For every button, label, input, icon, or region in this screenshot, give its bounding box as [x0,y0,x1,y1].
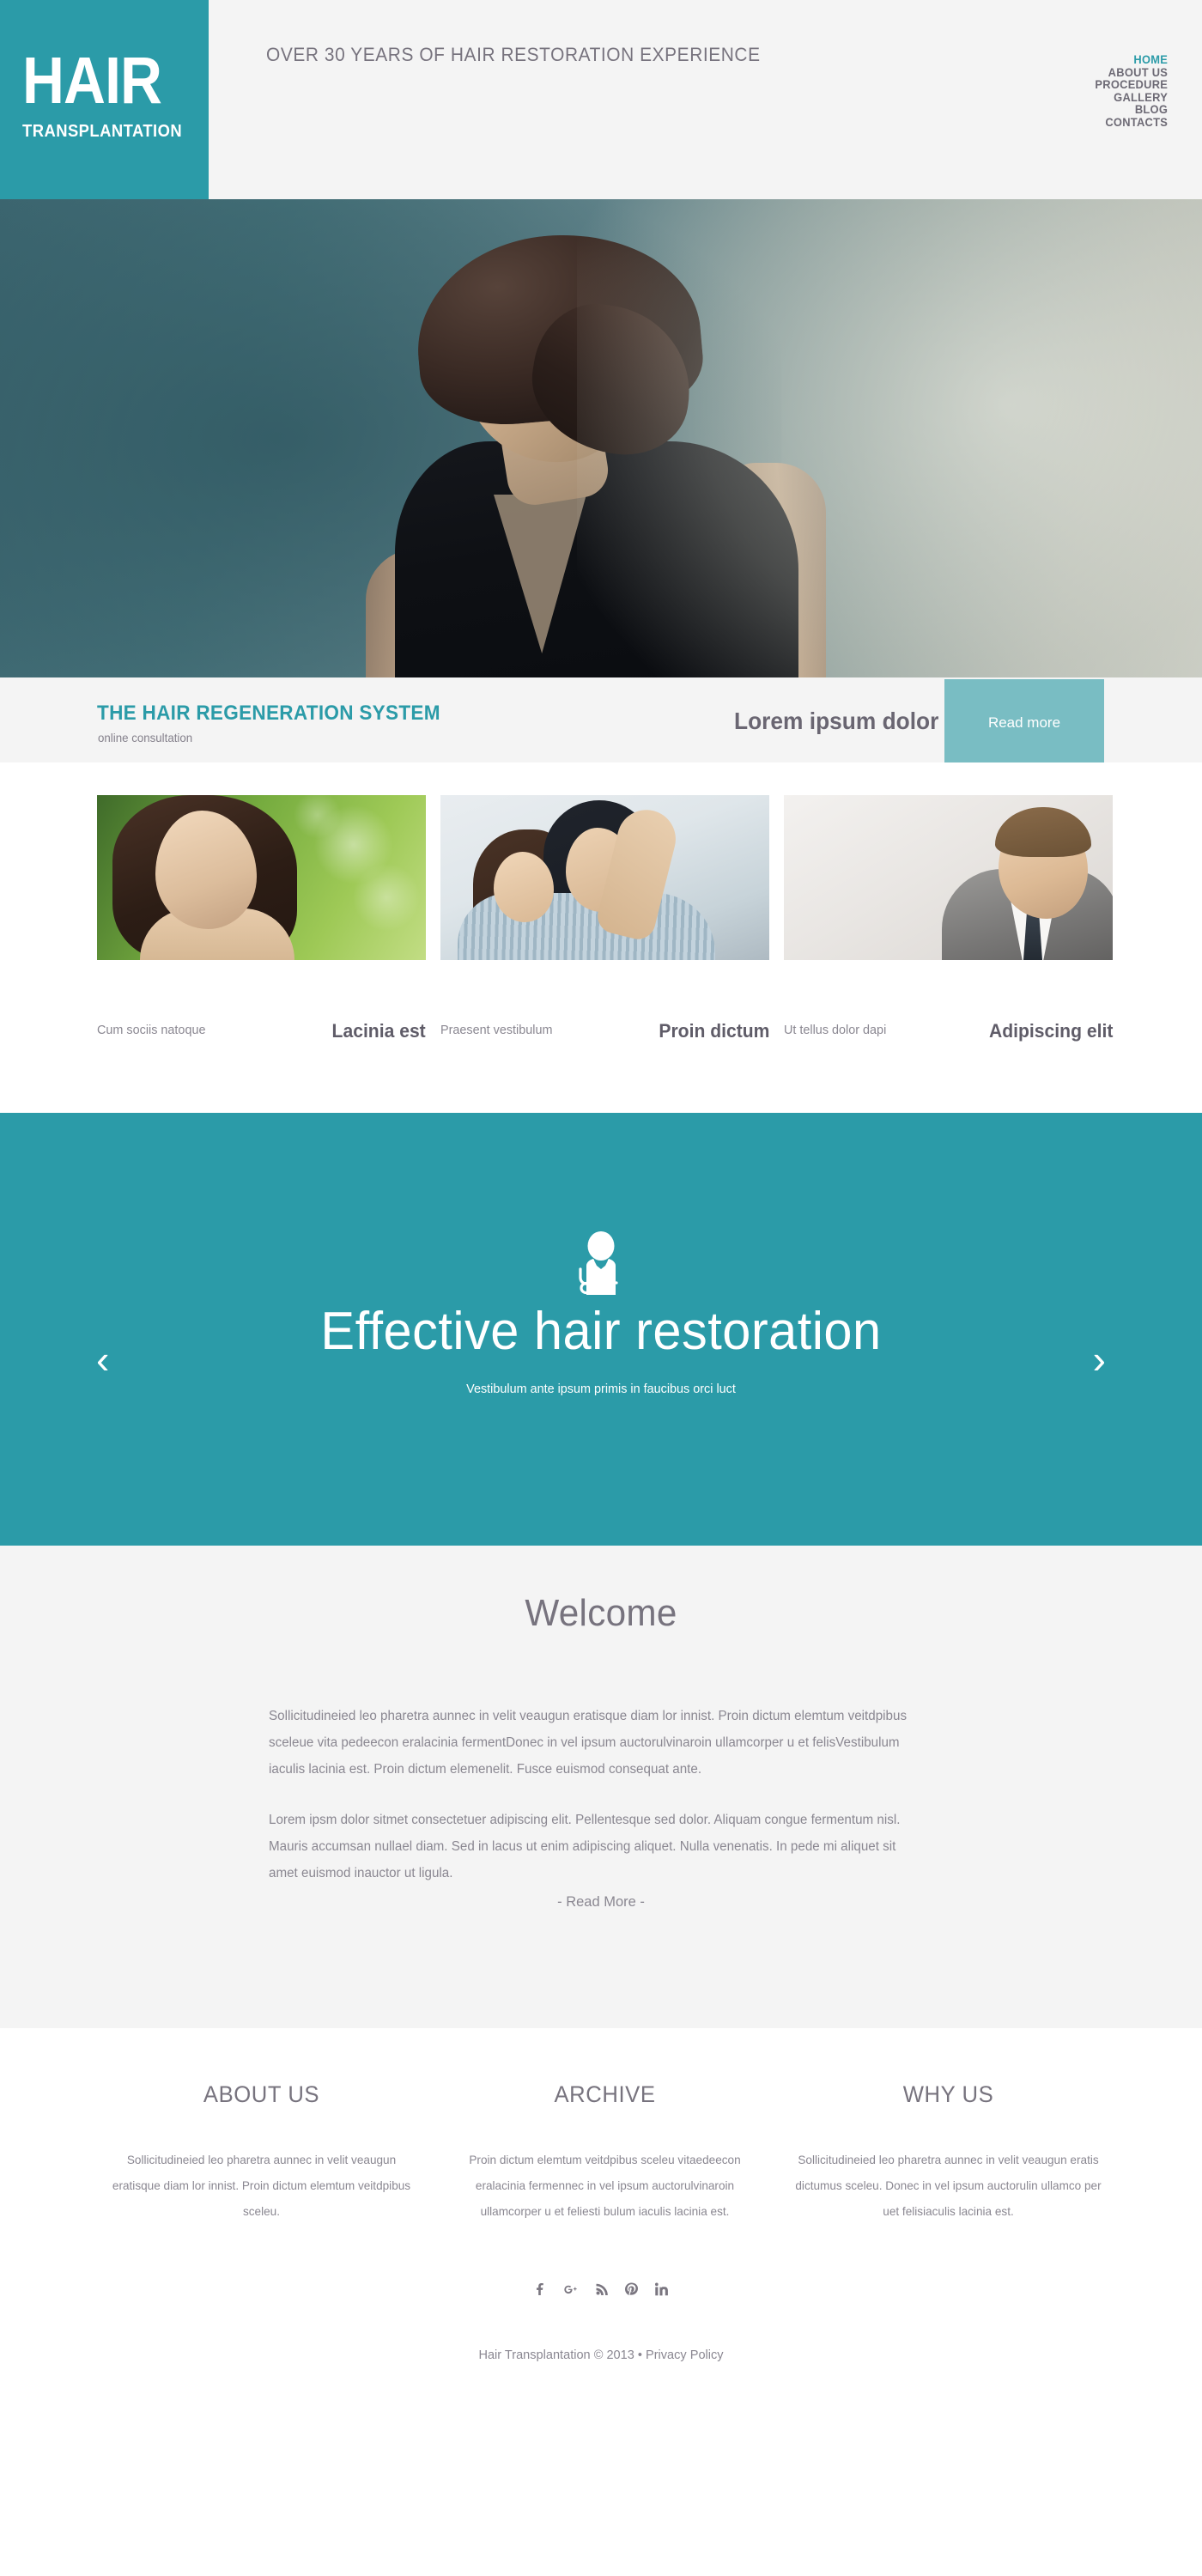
google-plus-icon[interactable] [563,2282,578,2296]
gallery-caption-left: Cum sociis natoque [97,1023,206,1037]
gallery-caption: Cum sociis natoque Lacinia est [97,1020,426,1044]
footer-column-about-us: ABOUT US Sollicitudineied leo pharetra a… [97,2081,426,2224]
gallery-image-businessman[interactable] [784,795,1113,960]
linkedin-icon[interactable] [655,2282,669,2296]
footer-column-archive: ARCHIVE Proin dictum elemtum veitdpibus … [440,2081,769,2224]
welcome-body: Sollicitudineied leo pharetra aunnec in … [269,1703,938,1911]
gallery-item: Ut tellus dolor dapi Adipiscing elit [784,795,1113,1044]
footer-column-why-us: WHY US Sollicitudineied leo pharetra aun… [784,2081,1113,2224]
nav-item-contacts[interactable]: CONTACTS [1095,115,1168,129]
footer-heading: WHY US [902,2081,994,2107]
social-links [0,2281,1202,2297]
hero-figure [335,214,867,677]
gallery-caption-right[interactable]: Lacinia est [332,1020,426,1042]
gallery-caption-left: Praesent vestibulum [440,1023,553,1037]
slider-section: ‹ › Effective hair restoration Vestibulu… [0,1113,1202,1546]
welcome-title: Welcome [525,1592,677,1634]
doctor-stethoscope-icon [574,1231,628,1297]
hero-photo [0,199,1202,677]
welcome-section: Welcome Sollicitudineied leo pharetra au… [0,1546,1202,2028]
site-header: HAIR TRANSPLANTATION OVER 30 YEARS OF HA… [0,0,1202,199]
promo-banner: THE HAIR REGENERATION SYSTEM online cons… [0,677,1202,762]
logo-title: HAIR [22,44,162,118]
nav-item-gallery[interactable]: GALLERY [1095,90,1168,104]
gallery-item: Cum sociis natoque Lacinia est [97,795,426,1044]
site-footer: ABOUT US Sollicitudineied leo pharetra a… [0,2028,1202,2576]
footer-heading: ABOUT US [203,2081,320,2107]
gallery-image-couple[interactable] [440,795,769,960]
slider-title: Effective hair restoration [320,1302,882,1361]
gallery-caption-right[interactable]: Adipiscing elit [989,1020,1113,1042]
read-more-button[interactable]: Read more [944,679,1104,762]
rss-icon[interactable] [596,2282,608,2296]
footer-text: Proin dictum elemtum veitdpibus sceleu v… [469,2153,741,2218]
promo-banner-subtitle: online consultation [98,731,193,744]
gallery-image-woman[interactable] [97,795,426,960]
pinterest-icon[interactable] [624,2282,638,2296]
gallery-caption-right[interactable]: Proin dictum [659,1020,769,1042]
gallery-caption: Ut tellus dolor dapi Adipiscing elit [784,1020,1113,1044]
gallery-image-3-hair [995,807,1091,857]
header-tagline: OVER 30 YEARS OF HAIR RESTORATION EXPERI… [266,44,761,65]
nav-item-about-us[interactable]: ABOUT US [1095,65,1168,79]
gallery-caption-left: Ut tellus dolor dapi [784,1023,887,1037]
main-navigation: HOME ABOUT US PROCEDURE GALLERY BLOG CON… [1089,53,1168,128]
facebook-icon[interactable] [534,2282,546,2296]
gallery-caption: Praesent vestibulum Proin dictum [440,1020,769,1044]
footer-text: Sollicitudineied leo pharetra aunnec in … [112,2153,411,2218]
footer-heading: ARCHIVE [554,2081,656,2107]
welcome-paragraph: Lorem ipsm dolor sitmet consectetuer adi… [269,1813,901,1880]
logo-subtitle: TRANSPLANTATION [22,122,183,141]
welcome-paragraph: Sollicitudineied leo pharetra aunnec in … [269,1709,908,1777]
gallery-section: Cum sociis natoque Lacinia est Praesent … [0,762,1202,1113]
nav-item-procedure[interactable]: PROCEDURE [1095,78,1168,91]
read-more-button-label: Read more [987,714,1061,731]
promo-banner-title: THE HAIR REGENERATION SYSTEM [97,702,440,725]
footer-text: Sollicitudineied leo pharetra aunnec in … [795,2153,1102,2218]
welcome-read-more-link[interactable]: - Read More - [18,1893,1184,1911]
hero-figure-right-arm [721,463,826,677]
copyright-text: Hair Transplantation © 2013 • Privacy Po… [478,2348,724,2362]
gallery-image-2-woman-face [494,852,554,922]
gallery-item: Praesent vestibulum Proin dictum [440,795,769,1044]
nav-item-home[interactable]: HOME [1095,53,1168,66]
logo-block[interactable]: HAIR TRANSPLANTATION [0,0,209,199]
nav-item-blog[interactable]: BLOG [1095,103,1168,116]
promo-banner-lorem: Lorem ipsum dolor [734,708,939,734]
slider-subtitle: Vestibulum ante ipsum primis in faucibus… [466,1382,736,1396]
page-root: HAIR TRANSPLANTATION OVER 30 YEARS OF HA… [0,0,1202,2576]
hero-figure-torso [395,441,798,677]
hero-banner [0,199,1202,677]
